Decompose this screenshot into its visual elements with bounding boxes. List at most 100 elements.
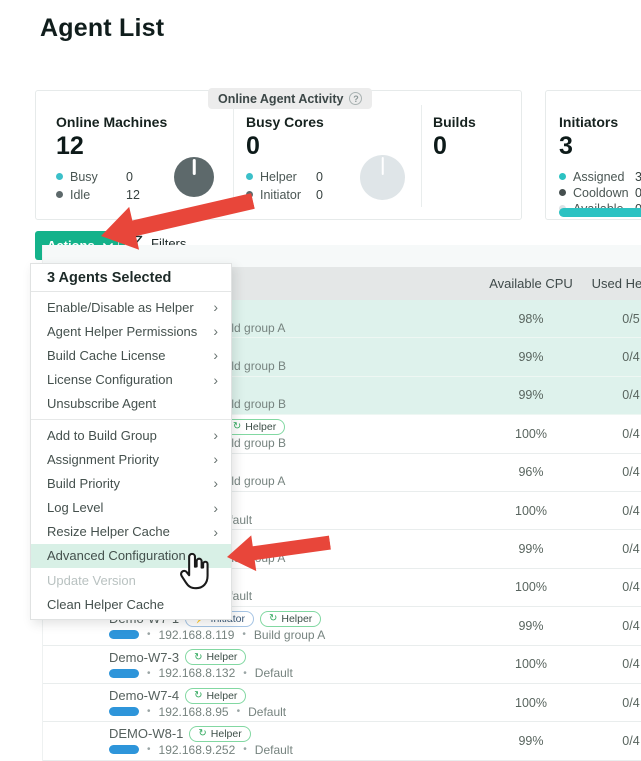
helper-badge: ↻Helper bbox=[185, 649, 246, 665]
menu-item-build-priority[interactable]: Build Priority› bbox=[31, 471, 231, 495]
separator-dot: • bbox=[243, 668, 247, 679]
agent-detail-line: •192.168.8.132•Default bbox=[109, 667, 481, 679]
separator-dot: • bbox=[243, 744, 247, 755]
used-helpers-value: 0/4 bbox=[581, 657, 641, 671]
table-row[interactable]: Demo-W7-4↻Helper•192.168.8.95•Default100… bbox=[43, 684, 641, 722]
helper-refresh-icon: ↻ bbox=[198, 728, 206, 739]
available-cpu-value: 99% bbox=[481, 619, 581, 633]
menu-item-label: Clean Helper Cache bbox=[47, 597, 164, 612]
menu-item-update-version: Update Version bbox=[31, 568, 231, 592]
legend-row: Cooldown0 bbox=[559, 186, 641, 200]
busy-cores-section: Busy Cores 0 Helper0Initiator0 bbox=[246, 114, 324, 202]
agent-detail-line: •192.168.8.119•Build group A bbox=[109, 629, 481, 641]
chevron-right-icon: › bbox=[213, 428, 218, 442]
helper-badge: ↻ Helper bbox=[224, 419, 285, 435]
menu-item-add-to-build-group[interactable]: Add to Build Group› bbox=[31, 423, 231, 447]
legend-row: Assigned3 bbox=[559, 170, 641, 184]
menu-item-log-level[interactable]: Log Level› bbox=[31, 496, 231, 520]
agent-build-group: Default bbox=[255, 666, 293, 680]
legend-value: 0 bbox=[316, 170, 323, 184]
activity-card: Online Machines 12 Busy0Idle12 Busy Core… bbox=[35, 90, 522, 220]
badge-label: Helper bbox=[281, 613, 312, 625]
used-helpers-value: 0/4 bbox=[581, 388, 641, 402]
card-divider bbox=[421, 105, 422, 207]
legend-row: Busy0 bbox=[56, 170, 167, 184]
separator-dot: • bbox=[237, 706, 241, 717]
agent-cores-bar bbox=[109, 745, 139, 754]
busy-dot-icon bbox=[56, 173, 63, 180]
helper-badge: ↻Helper bbox=[185, 688, 246, 704]
agent-ip: 192.168.8.95 bbox=[159, 705, 229, 719]
menu-divider bbox=[31, 419, 231, 420]
online-machines-donut-chart bbox=[174, 157, 214, 197]
chevron-right-icon: › bbox=[213, 452, 218, 466]
menu-item-advanced-configuration[interactable]: Advanced Configuration bbox=[31, 544, 231, 568]
legend-value: 0 bbox=[635, 186, 641, 200]
agent-name: DEMO-W8-1 bbox=[109, 726, 183, 741]
menu-item-unsubscribe-agent[interactable]: Unsubscribe Agent bbox=[31, 392, 231, 416]
used-helpers-value: 0/4 bbox=[581, 580, 641, 594]
builds-title: Builds bbox=[433, 114, 476, 130]
used-helpers-value: 0/4 bbox=[581, 465, 641, 479]
initiators-section: Initiators 3 Assigned3Cooldown0Available… bbox=[559, 114, 641, 216]
chevron-right-icon: › bbox=[213, 501, 218, 515]
used-helpers-value: 0/5 bbox=[581, 312, 641, 326]
menu-item-resize-helper-cache[interactable]: Resize Helper Cache› bbox=[31, 520, 231, 544]
initiators-title: Initiators bbox=[559, 114, 641, 130]
legend-row: Initiator0 bbox=[246, 188, 324, 202]
menu-item-label: Build Cache License bbox=[47, 348, 166, 363]
separator-dot: • bbox=[147, 668, 151, 679]
table-row[interactable]: Demo-W7-3↻Helper•192.168.8.132•Default10… bbox=[43, 646, 641, 684]
menu-item-label: Update Version bbox=[47, 573, 136, 588]
chevron-right-icon: › bbox=[213, 373, 218, 387]
menu-item-agent-helper-permissions[interactable]: Agent Helper Permissions› bbox=[31, 319, 231, 343]
agent-build-group: Default bbox=[248, 705, 286, 719]
builds-value: 0 bbox=[433, 133, 476, 161]
actions-dropdown-menu: 3 Agents Selected Enable/Disable as Help… bbox=[30, 263, 232, 620]
available-cpu-value: 100% bbox=[481, 427, 581, 441]
agent-build-group: Default bbox=[255, 743, 293, 757]
badge-label: Helper bbox=[211, 728, 242, 740]
legend-label: Helper bbox=[260, 170, 316, 184]
menu-item-license-configuration[interactable]: License Configuration› bbox=[31, 368, 231, 392]
column-header-used-helpers[interactable]: Used Helpers bbox=[581, 276, 641, 291]
menu-item-build-cache-license[interactable]: Build Cache License › bbox=[31, 343, 231, 367]
card-divider bbox=[233, 105, 234, 207]
helper-refresh-icon: ↻ bbox=[194, 690, 202, 701]
initiators-value: 3 bbox=[559, 133, 641, 161]
agent-ip: 192.168.8.119 bbox=[159, 628, 235, 642]
agent-cell: DEMO-W8-1↻Helper•192.168.9.252•Default bbox=[43, 726, 481, 756]
menu-item-label: Enable/Disable as Helper bbox=[47, 300, 194, 315]
helper-dot-icon bbox=[246, 173, 253, 180]
chevron-right-icon: › bbox=[213, 348, 218, 362]
online-machines-section: Online Machines 12 Busy0Idle12 bbox=[56, 114, 167, 202]
helper-badge: ↻ Helper bbox=[189, 726, 250, 742]
legend-label: Busy bbox=[70, 170, 126, 184]
badge-label: Helper bbox=[245, 421, 276, 433]
menu-item-clean-helper-cache[interactable]: Clean Helper Cache bbox=[31, 592, 231, 616]
available-cpu-value: 99% bbox=[481, 734, 581, 748]
menu-item-label: Assignment Priority bbox=[47, 452, 159, 467]
help-icon[interactable]: ? bbox=[349, 92, 362, 105]
legend-label: Cooldown bbox=[573, 186, 635, 200]
table-row[interactable]: DEMO-W8-1↻Helper•192.168.9.252•Default99… bbox=[43, 722, 641, 760]
available-cpu-value: 100% bbox=[481, 580, 581, 594]
used-helpers-value: 0/4 bbox=[581, 350, 641, 364]
menu-item-assignment-priority[interactable]: Assignment Priority › bbox=[31, 447, 231, 471]
idle-dot-icon bbox=[56, 191, 63, 198]
used-helpers-value: 0/4 bbox=[581, 504, 641, 518]
legend-value: 12 bbox=[126, 188, 140, 202]
used-helpers-value: 0/4 bbox=[581, 427, 641, 441]
helper-refresh-icon: ↻ bbox=[233, 421, 241, 432]
chevron-right-icon: › bbox=[213, 324, 218, 338]
online-machines-value: 12 bbox=[56, 133, 167, 161]
separator-dot: • bbox=[242, 629, 246, 640]
separator-dot: • bbox=[147, 629, 151, 640]
menu-item-enable-disable-as-helper[interactable]: Enable/Disable as Helper› bbox=[31, 295, 231, 319]
page-title: Agent List bbox=[40, 14, 164, 43]
column-header-available-cpu[interactable]: Available CPU bbox=[481, 276, 581, 291]
legend-label: Idle bbox=[70, 188, 126, 202]
menu-item-label: Build Priority bbox=[47, 476, 120, 491]
agent-name-line: DEMO-W8-1 ↻ Helper bbox=[109, 726, 481, 742]
chevron-right-icon: › bbox=[213, 525, 218, 539]
